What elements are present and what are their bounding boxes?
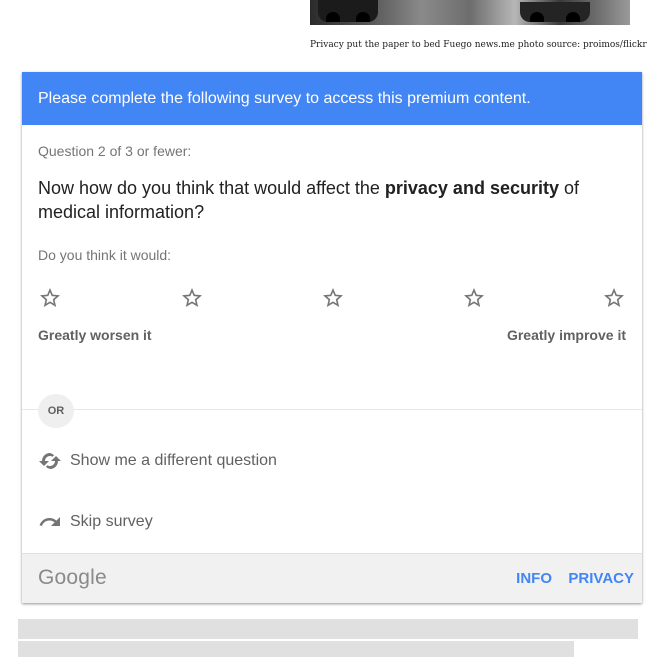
photo-car xyxy=(318,0,378,22)
skip-survey-label: Skip survey xyxy=(70,513,153,530)
skip-arrow-icon xyxy=(38,510,62,534)
star-icon xyxy=(182,288,202,307)
scale-max-label: Greatly improve it xyxy=(506,327,626,343)
or-badge: OR xyxy=(38,394,74,428)
star-3-button[interactable] xyxy=(321,286,345,310)
star-icon xyxy=(604,288,624,307)
survey-card: Please complete the following survey to … xyxy=(22,72,642,603)
info-link[interactable]: INFO xyxy=(516,570,552,587)
google-logo: Google xyxy=(38,566,107,589)
star-icon xyxy=(40,288,60,307)
star-1-button[interactable] xyxy=(38,286,62,310)
star-4-button[interactable] xyxy=(462,286,486,310)
survey-banner: Please complete the following survey to … xyxy=(22,72,642,125)
rating-prompt: Do you think it would: xyxy=(38,247,172,263)
skip-survey-button[interactable]: Skip survey xyxy=(38,507,153,537)
star-icon xyxy=(323,288,343,307)
scale-min-label: Greatly worsen it xyxy=(38,327,152,343)
star-5-button[interactable] xyxy=(602,286,626,310)
star-rating xyxy=(38,286,632,310)
star-icon xyxy=(464,288,484,307)
question-count: Question 2 of 3 or fewer: xyxy=(38,143,192,159)
different-question-label: Show me a different question xyxy=(70,452,277,469)
divider xyxy=(22,409,642,410)
loading-placeholder xyxy=(18,641,574,657)
privacy-link[interactable]: PRIVACY xyxy=(568,570,634,587)
different-question-button[interactable]: Show me a different question xyxy=(38,446,277,476)
refresh-icon xyxy=(38,449,62,473)
question-prefix: Now how do you think that would affect t… xyxy=(38,178,385,198)
star-2-button[interactable] xyxy=(180,286,204,310)
question-text: Now how do you think that would affect t… xyxy=(38,176,618,224)
article-photo xyxy=(310,0,630,25)
photo-car xyxy=(520,2,590,22)
question-emphasis: privacy and security xyxy=(384,178,559,198)
photo-caption: Privacy put the paper to bed Fuego news.… xyxy=(310,40,647,50)
survey-footer: Google INFO PRIVACY xyxy=(22,553,642,603)
loading-placeholder xyxy=(18,619,638,639)
